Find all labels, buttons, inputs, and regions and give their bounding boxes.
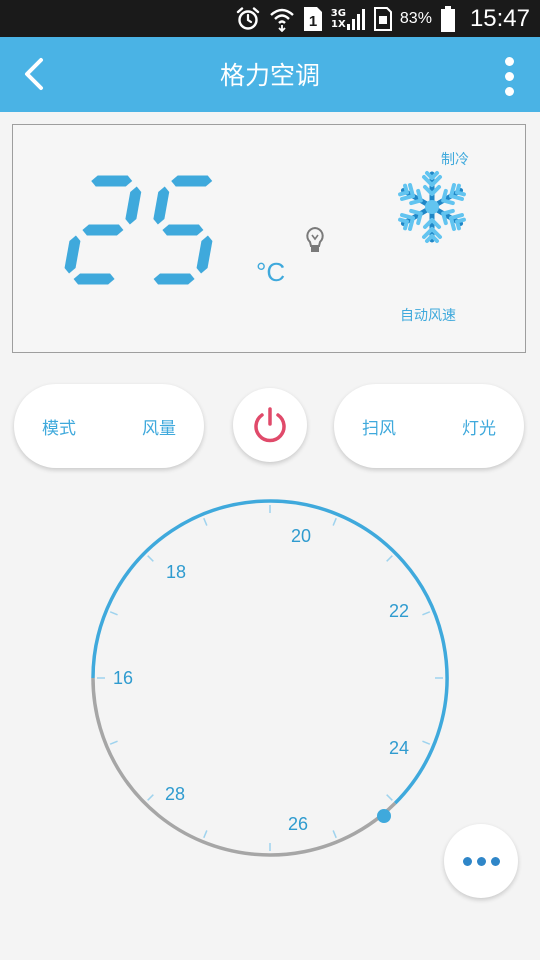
power-button[interactable] xyxy=(233,388,307,462)
digit-segment xyxy=(73,273,115,285)
network-bottom-label: 1X xyxy=(330,18,346,30)
temperature-unit: °C xyxy=(256,257,286,287)
digit-segment xyxy=(162,224,204,236)
temperature-dial[interactable]: 20 22 24 26 28 16 18 xyxy=(70,482,470,886)
dial-label-16: 16 xyxy=(113,668,133,688)
digit-segment xyxy=(125,186,142,225)
fan-speed-label: 自动风速 xyxy=(400,308,456,324)
digit-segment xyxy=(153,186,170,225)
dial-tick xyxy=(147,555,154,562)
dial-tick xyxy=(332,517,337,526)
sd-card-icon xyxy=(373,4,392,34)
temperature-display: 25 xyxy=(61,175,231,293)
clock: 15:47 xyxy=(469,4,530,32)
swing-light-group: 扫风 灯光 xyxy=(334,384,524,468)
dial-label-26: 26 xyxy=(288,814,308,834)
snowflake-icon xyxy=(395,170,469,248)
temperature-digits xyxy=(64,175,213,285)
wifi-icon xyxy=(269,4,295,34)
dial-label-18: 18 xyxy=(166,562,186,582)
page-title: 格力空调 xyxy=(219,61,320,90)
more-horizontal-icon xyxy=(462,856,472,866)
dial-tick xyxy=(109,611,118,616)
digit-segment xyxy=(82,224,124,236)
dial-tick xyxy=(386,794,393,801)
dial-label-22: 22 xyxy=(389,601,409,621)
status-bar: 1 3G 1X 83% 15:47 xyxy=(0,0,540,37)
dial-label-20: 20 xyxy=(291,526,311,546)
dial-handle[interactable] xyxy=(377,809,391,823)
app-bar: 格力空调 xyxy=(0,37,540,112)
battery-percentage: 83% xyxy=(399,9,432,27)
battery-icon xyxy=(440,4,456,34)
dial-tick xyxy=(386,555,393,562)
more-vertical-icon xyxy=(504,56,514,66)
dial-label-28: 28 xyxy=(165,784,185,804)
alarm-icon xyxy=(235,4,261,34)
more-options-button[interactable] xyxy=(444,824,518,898)
overflow-menu-button[interactable] xyxy=(494,51,524,101)
digit-segment xyxy=(153,273,195,285)
ac-display-panel: 25 °C 制冷 自动风速 xyxy=(12,124,526,353)
dial-tick xyxy=(203,830,208,839)
network-top-label: 3G xyxy=(330,7,346,19)
digit-segment xyxy=(91,175,133,187)
digit-segment xyxy=(171,175,213,187)
digit-segment xyxy=(196,235,213,274)
dial-label-24: 24 xyxy=(389,738,409,758)
sim-number: 1 xyxy=(309,13,317,30)
sim-icon: 1 xyxy=(303,4,323,34)
dial-tick xyxy=(422,611,431,616)
digit-segment xyxy=(64,235,81,274)
mode-fan-group: 模式 风量 xyxy=(14,384,204,468)
dial-tick xyxy=(422,740,431,745)
light-button[interactable]: 灯光 xyxy=(462,414,496,439)
dial-tick xyxy=(203,517,208,526)
dial-tick xyxy=(332,830,337,839)
dial-track xyxy=(91,677,397,857)
swing-button[interactable]: 扫风 xyxy=(362,414,396,439)
dial-tick xyxy=(147,794,154,801)
fan-speed-button[interactable]: 风量 xyxy=(142,414,176,439)
mode-button[interactable]: 模式 xyxy=(42,414,76,439)
bulb-icon xyxy=(303,225,327,259)
mode-label: 制冷 xyxy=(441,152,469,168)
signal-icon: 3G 1X xyxy=(331,4,366,34)
dial-tick xyxy=(109,740,118,745)
power-icon xyxy=(254,407,286,443)
